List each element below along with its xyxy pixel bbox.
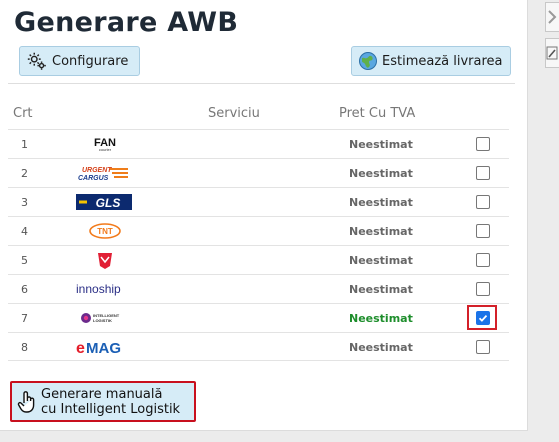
price-value: Neestimat: [349, 341, 413, 354]
hand-pointer-icon: [17, 390, 35, 413]
price-value: Neestimat: [349, 196, 413, 209]
checkbox-highlight: [467, 305, 497, 330]
manual-generate-button[interactable]: Generare manuală cu Intelligent Logistik: [10, 381, 196, 422]
courier-table: 1 FAN courier Neestimat 2 URGENT CARGUS …: [8, 129, 509, 361]
select-checkbox[interactable]: [476, 195, 490, 209]
manual-generate-line-1: Generare manuală: [41, 386, 163, 402]
page-title: Generare AWB: [14, 7, 239, 38]
row-number: 6: [21, 283, 28, 296]
chevron-icon: [548, 10, 557, 24]
svg-text:innoship: innoship: [76, 282, 121, 296]
manual-generate-line-2: cu Intelligent Logistik: [41, 401, 181, 417]
price-value: Neestimat: [349, 312, 413, 325]
table-row: 7 INTELLIGENT LOGISTIK Neestimat: [8, 303, 509, 332]
row-number: 1: [21, 138, 28, 151]
column-header-crt: Crt: [13, 106, 33, 121]
price-value: Neestimat: [349, 283, 413, 296]
select-checkbox[interactable]: [476, 224, 490, 238]
row-number: 3: [21, 196, 28, 209]
gls-logo: GLS: [76, 194, 132, 210]
price-value: Neestimat: [349, 225, 413, 238]
price-value: Neestimat: [349, 138, 413, 151]
table-row: 8 e MAG Neestimat: [8, 332, 509, 361]
column-header-price: Pret Cu TVA: [339, 106, 416, 121]
select-checkbox[interactable]: [476, 137, 490, 151]
select-checkbox[interactable]: [476, 340, 490, 354]
svg-text:GLS: GLS: [96, 196, 121, 210]
svg-text:courier: courier: [99, 147, 112, 152]
svg-text:URGENT: URGENT: [82, 167, 112, 174]
row-number: 5: [21, 254, 28, 267]
configure-label: Configurare: [52, 53, 129, 69]
estimate-delivery-button[interactable]: Estimează livrarea: [351, 46, 511, 76]
emag-logo: e MAG: [76, 340, 121, 357]
urgent-cargus-logo: URGENT CARGUS: [78, 167, 128, 182]
select-checkbox[interactable]: [476, 253, 490, 267]
svg-text:e: e: [76, 340, 85, 357]
edit-tool-icon: [546, 46, 558, 60]
row-number: 4: [21, 225, 28, 238]
table-row: 3 GLS Neestimat: [8, 187, 509, 216]
row-number: 7: [21, 312, 28, 325]
table-row: 5 Neestimat: [8, 245, 509, 274]
price-value: Neestimat: [349, 167, 413, 180]
configure-button[interactable]: Configurare: [19, 46, 140, 76]
svg-text:MAG: MAG: [86, 340, 121, 357]
globe-icon: [359, 52, 377, 70]
estimate-label: Estimează livrarea: [382, 53, 503, 69]
awb-panel: Generare AWB Configurare Estimează livra…: [0, 0, 528, 431]
side-tool-tab[interactable]: [545, 38, 559, 68]
table-row: 2 URGENT CARGUS Neestimat: [8, 158, 509, 187]
row-number: 8: [21, 341, 28, 354]
intelligent-logistik-logo: INTELLIGENT LOGISTIK: [81, 313, 120, 323]
manual-generate-label: Generare manuală cu Intelligent Logistik: [41, 387, 180, 417]
row-number: 2: [21, 167, 28, 180]
sameday-logo: [98, 253, 112, 269]
tnt-logo: TNT: [89, 223, 121, 239]
column-header-service: Serviciu: [208, 106, 260, 121]
select-checkbox[interactable]: [476, 282, 490, 296]
table-row: 1 FAN courier Neestimat: [8, 129, 509, 158]
side-collapse-tab[interactable]: [545, 2, 559, 32]
gears-icon: [27, 52, 46, 70]
svg-text:LOGISTIK: LOGISTIK: [93, 318, 112, 323]
svg-text:TNT: TNT: [97, 227, 113, 236]
toolbar-divider: [8, 83, 515, 84]
svg-text:CARGUS: CARGUS: [78, 175, 109, 182]
price-value: Neestimat: [349, 254, 413, 267]
fan-courier-logo: FAN courier: [94, 137, 116, 152]
innoship-logo: innoship: [76, 282, 121, 296]
table-row: 6 innoship Neestimat: [8, 274, 509, 303]
table-row: 4 TNT Neestimat: [8, 216, 509, 245]
select-checkbox[interactable]: [476, 166, 490, 180]
